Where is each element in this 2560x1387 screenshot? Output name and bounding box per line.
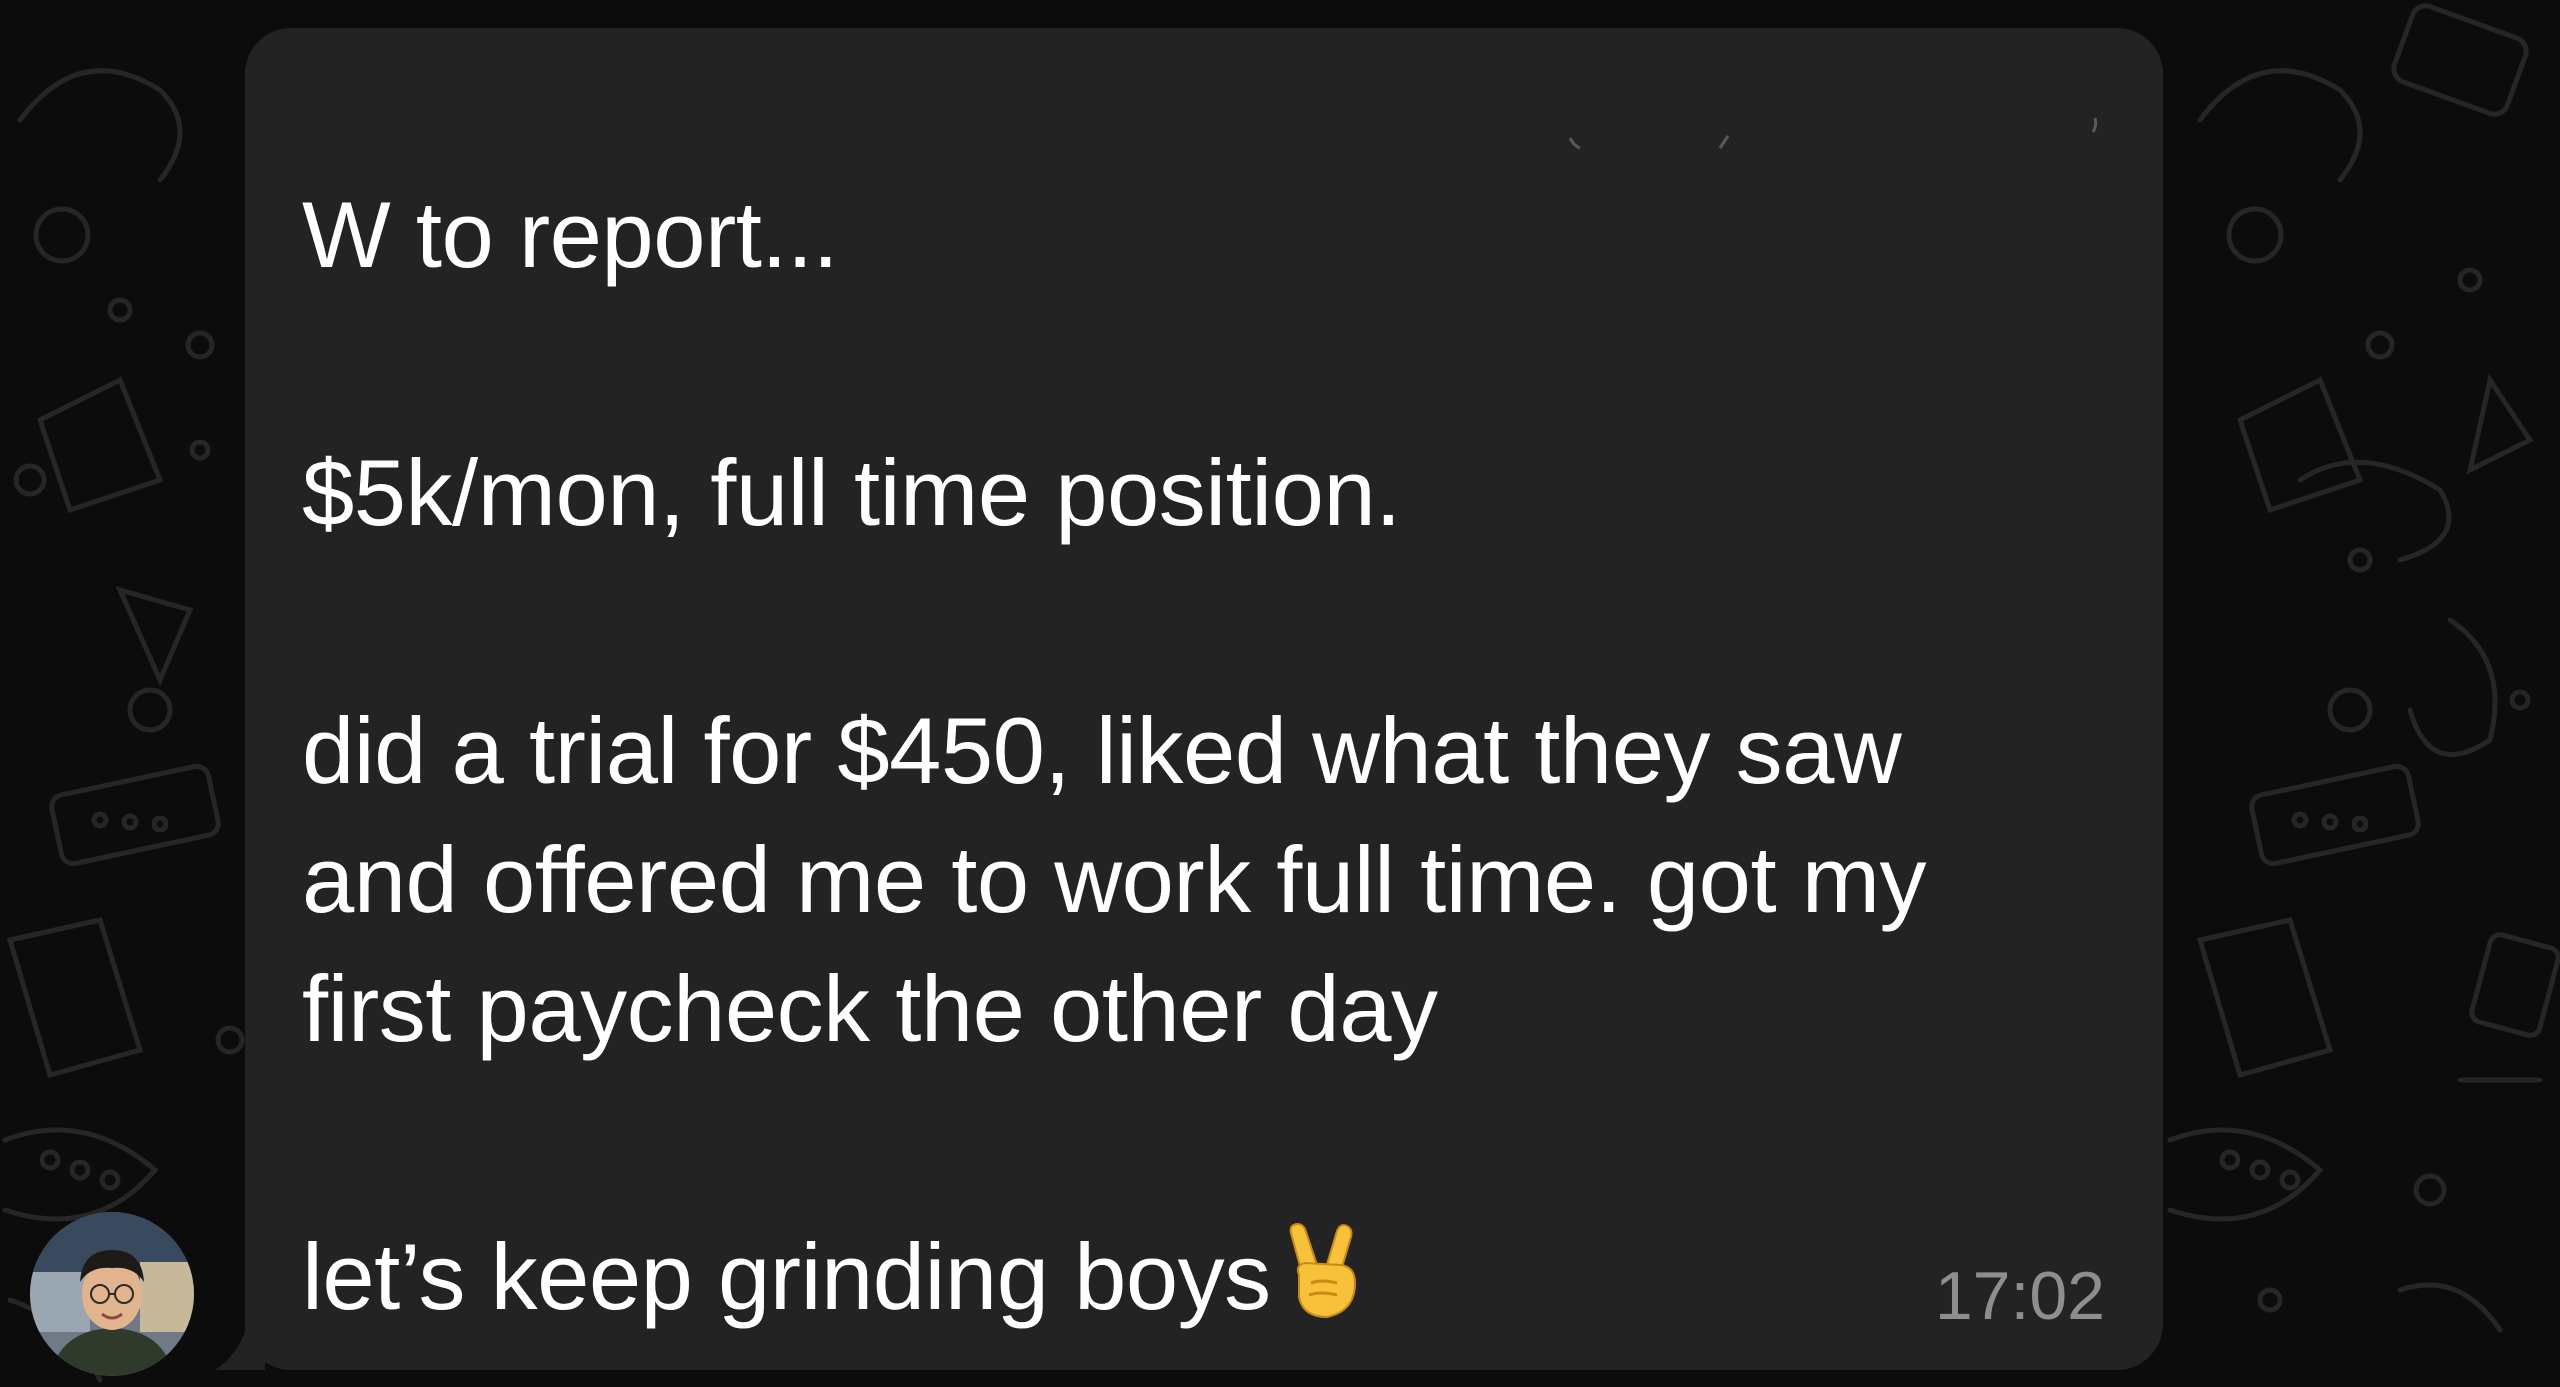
message-line-4: and offered me to work full time. got my: [302, 827, 1927, 932]
avatar-photo-icon: [30, 1212, 194, 1376]
message-line-6-text: let’s keep grinding boys: [302, 1224, 1271, 1329]
message-line-6: let’s keep grinding boys: [302, 1221, 1371, 1336]
message-line-1: W to report...: [302, 182, 839, 287]
message-timestamp: 17:02: [1934, 1258, 2105, 1334]
truncated-text-marks: [1568, 118, 2098, 150]
message-line-3: did a trial for $450, liked what they sa…: [302, 698, 1902, 803]
message-line-2: $5k/mon, full time position.: [302, 440, 1401, 545]
victory-hand-emoji-icon: [1281, 1221, 1371, 1336]
message-line-5: first paycheck the other day: [302, 956, 1438, 1061]
sender-avatar[interactable]: [30, 1212, 194, 1376]
